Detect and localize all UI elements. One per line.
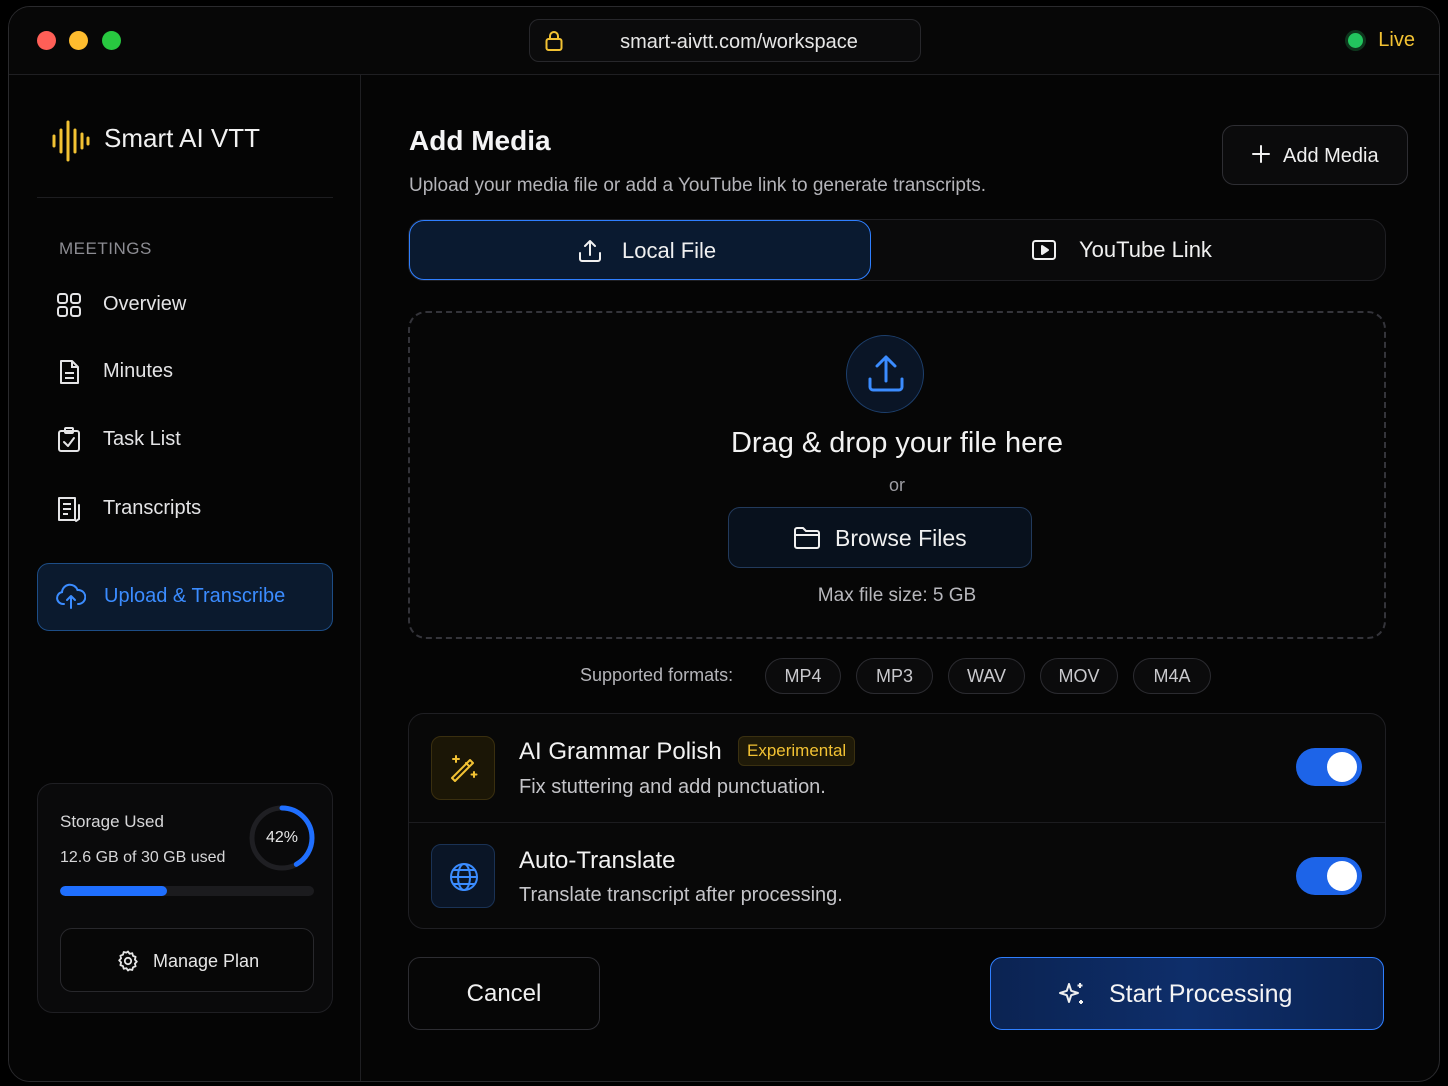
maximize-window-button[interactable] xyxy=(102,31,121,50)
dropzone-or: or xyxy=(888,475,905,495)
storage-percent-label: 42% xyxy=(265,829,299,846)
transcript-icon xyxy=(55,495,83,523)
minimize-window-button[interactable] xyxy=(69,31,88,50)
sidebar-item-overview[interactable]: Overview xyxy=(37,275,333,335)
sidebar-item-upload-transcribe[interactable]: Upload & Transcribe xyxy=(37,563,333,631)
gear-icon xyxy=(116,949,140,978)
manage-plan-label: Manage Plan xyxy=(153,951,260,971)
option-title: AI Grammar Polish xyxy=(519,738,722,765)
format-chip: M4A xyxy=(1133,658,1211,694)
title-bar: smart-aivtt.com/workspace Live xyxy=(9,7,1439,75)
cancel-button[interactable]: Cancel xyxy=(408,957,600,1030)
auto-translate-toggle[interactable] xyxy=(1296,857,1362,895)
storage-title: Storage Used xyxy=(60,812,164,831)
divider xyxy=(37,197,333,198)
sidebar: Smart AI VTT MEETINGS Overview Minutes T… xyxy=(9,75,361,1081)
sidebar-item-transcripts[interactable]: Transcripts xyxy=(37,479,333,539)
max-file-size: Max file size: 5 GB xyxy=(817,585,977,606)
tab-local-file[interactable]: Local File xyxy=(409,220,871,280)
main-content: Add Media Upload your media file or add … xyxy=(361,75,1439,1081)
close-window-button[interactable] xyxy=(37,31,56,50)
storage-progress-fill xyxy=(60,886,167,896)
tab-label: YouTube Link xyxy=(1079,237,1212,262)
divider xyxy=(409,822,1385,823)
source-tabs: Local File YouTube Link xyxy=(408,219,1386,281)
document-icon xyxy=(55,358,83,386)
sparkle-icon xyxy=(1057,980,1087,1015)
upload-icon xyxy=(577,238,603,269)
format-chip: MP3 xyxy=(856,658,933,694)
format-chip: MOV xyxy=(1040,658,1118,694)
storage-progress-bar xyxy=(60,886,314,896)
start-processing-button[interactable]: Start Processing xyxy=(990,957,1384,1030)
format-chip: WAV xyxy=(948,658,1025,694)
magic-wand-icon-badge xyxy=(431,736,495,800)
sidebar-item-label: Transcripts xyxy=(103,497,202,519)
experimental-badge: Experimental xyxy=(738,736,856,766)
brand-name: Smart AI VTT xyxy=(104,123,261,153)
plus-icon xyxy=(1251,144,1271,169)
sidebar-item-label: Minutes xyxy=(103,360,174,382)
start-processing-label: Start Processing xyxy=(1109,980,1293,1008)
globe-icon xyxy=(450,863,478,891)
format-chip: MP4 xyxy=(765,658,841,694)
upload-badge xyxy=(846,335,924,413)
dropzone-title: Drag & drop your file here xyxy=(730,427,1064,459)
tab-label: Local File xyxy=(622,238,717,263)
section-label-meetings: MEETINGS xyxy=(59,239,152,258)
processing-options: AI Grammar Polish Experimental Fix stutt… xyxy=(408,713,1386,929)
clipboard-check-icon xyxy=(55,426,83,454)
cloud-upload-icon xyxy=(56,583,87,611)
storage-card: Storage Used 12.6 GB of 30 GB used 42% M… xyxy=(37,783,333,1013)
sidebar-item-minutes[interactable]: Minutes xyxy=(37,342,333,402)
storage-usage-text: 12.6 GB of 30 GB used xyxy=(60,849,226,866)
play-box-icon xyxy=(1031,237,1057,268)
browse-files-button[interactable]: Browse Files xyxy=(728,507,1032,568)
page-title: Add Media xyxy=(409,125,551,156)
sidebar-item-label: Upload & Transcribe xyxy=(104,585,286,607)
upload-icon xyxy=(868,355,904,392)
tab-youtube-link[interactable]: YouTube Link xyxy=(875,220,1385,280)
add-media-button[interactable]: Add Media xyxy=(1222,125,1408,185)
soundwave-logo-icon xyxy=(51,119,91,168)
toggle-knob xyxy=(1327,861,1357,891)
globe-icon-badge xyxy=(431,844,495,908)
live-label: Live xyxy=(1378,29,1415,51)
address-bar[interactable]: smart-aivtt.com/workspace xyxy=(529,19,921,62)
live-status: Live xyxy=(1348,29,1415,52)
option-description: Fix stuttering and add punctuation. xyxy=(519,776,826,798)
formats-label: Supported formats: xyxy=(580,665,734,685)
manage-plan-button[interactable]: Manage Plan xyxy=(60,928,314,992)
add-media-label: Add Media xyxy=(1283,145,1379,167)
grid-icon xyxy=(55,291,83,319)
url-text: smart-aivtt.com/workspace xyxy=(620,31,858,53)
grammar-polish-toggle[interactable] xyxy=(1296,748,1362,786)
sidebar-item-label: Overview xyxy=(103,293,187,315)
option-title: Auto-Translate xyxy=(519,847,676,874)
toggle-knob xyxy=(1327,752,1357,782)
live-indicator-dot xyxy=(1348,33,1364,48)
app-window: smart-aivtt.com/workspace Live Smart AI … xyxy=(8,6,1440,1082)
file-dropzone[interactable]: Drag & drop your file here or Browse Fil… xyxy=(408,311,1386,639)
option-description: Translate transcript after processing. xyxy=(519,884,843,906)
page-subtitle: Upload your media file or add a YouTube … xyxy=(409,175,987,196)
sidebar-item-task-list[interactable]: Task List xyxy=(37,410,333,470)
browse-files-label: Browse Files xyxy=(835,525,967,551)
folder-icon xyxy=(793,526,821,555)
magic-wand-icon xyxy=(451,755,478,782)
sidebar-item-label: Task List xyxy=(103,428,181,450)
